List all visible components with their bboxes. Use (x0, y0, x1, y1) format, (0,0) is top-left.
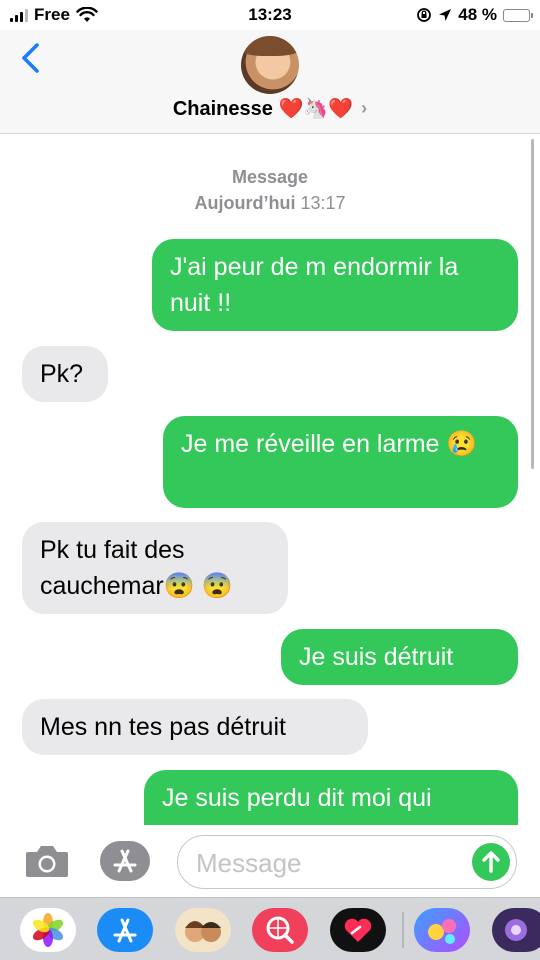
memoji-app-button[interactable] (175, 908, 231, 952)
battery-icon (503, 8, 533, 22)
conversation-header: Chainesse ❤️🦄❤️ › (0, 30, 540, 134)
memoji-icon (185, 921, 221, 942)
timestamp-date: Aujourd’hui (194, 193, 296, 213)
send-button[interactable] (472, 843, 510, 881)
input-bar (0, 825, 540, 897)
contact-avatar[interactable] (241, 36, 299, 94)
message-bubble-incoming[interactable]: Pk tu fait des cauchemar😨 😨 (22, 522, 288, 614)
drawer-divider (402, 912, 404, 948)
digital-touch-app-button[interactable] (330, 908, 386, 952)
chevron-right-icon: › (361, 98, 368, 118)
message-bubble-outgoing[interactable]: Je suis détruit (281, 629, 518, 685)
message-bubble-outgoing[interactable]: J'ai peur de m endormir la nuit !! (152, 239, 518, 331)
message-bubble-outgoing[interactable]: Je suis perdu dit moi qui (144, 770, 518, 825)
contact-name-row[interactable]: Chainesse ❤️🦄❤️ › (0, 96, 540, 121)
app-store-icon (113, 918, 137, 943)
web-search-app-button[interactable] (252, 908, 308, 952)
app-store-app-button[interactable] (97, 908, 153, 952)
status-bar: Free 13:23 48 % (0, 0, 540, 30)
battery-percent: 48 % (458, 5, 497, 24)
scroll-indicator (531, 139, 534, 469)
photos-app-button[interactable] (20, 908, 76, 952)
app-store-button[interactable] (100, 841, 150, 881)
app-store-icon (113, 849, 137, 873)
service-label: Message (231, 167, 309, 187)
message-bubble-incoming[interactable]: Mes nn tes pas détruit (22, 699, 368, 755)
message-input[interactable] (196, 844, 466, 882)
message-thread[interactable]: Message Aujourd’hui 13:17 J'ai peur de m… (0, 135, 540, 825)
game-app-button[interactable] (414, 908, 470, 952)
chevron-left-icon[interactable] (18, 42, 42, 74)
message-field[interactable] (177, 835, 517, 889)
status-right: 48 % (416, 5, 533, 25)
message-bubble-incoming[interactable]: Pk? (22, 346, 108, 402)
game-app-2-icon (505, 919, 527, 941)
game-app-2-button[interactable] (492, 908, 540, 952)
avatar-hair (241, 36, 299, 56)
timestamp: Aujourd’hui 13:17 (0, 193, 540, 214)
timestamp-time: 13:17 (300, 193, 346, 213)
camera-icon[interactable] (24, 843, 70, 879)
arrow-up-icon (482, 851, 500, 873)
digital-touch-icon (344, 918, 372, 942)
web-search-icon (266, 916, 294, 944)
location-icon (439, 9, 452, 21)
message-bubble-outgoing[interactable]: Je me réveille en larme 😢 (163, 416, 518, 508)
orientation-lock-icon (417, 8, 432, 22)
contact-name: Chainesse ❤️🦄❤️ (172, 98, 354, 120)
app-drawer (0, 897, 540, 960)
photos-icon (32, 913, 64, 947)
game-app-icon (428, 919, 456, 944)
